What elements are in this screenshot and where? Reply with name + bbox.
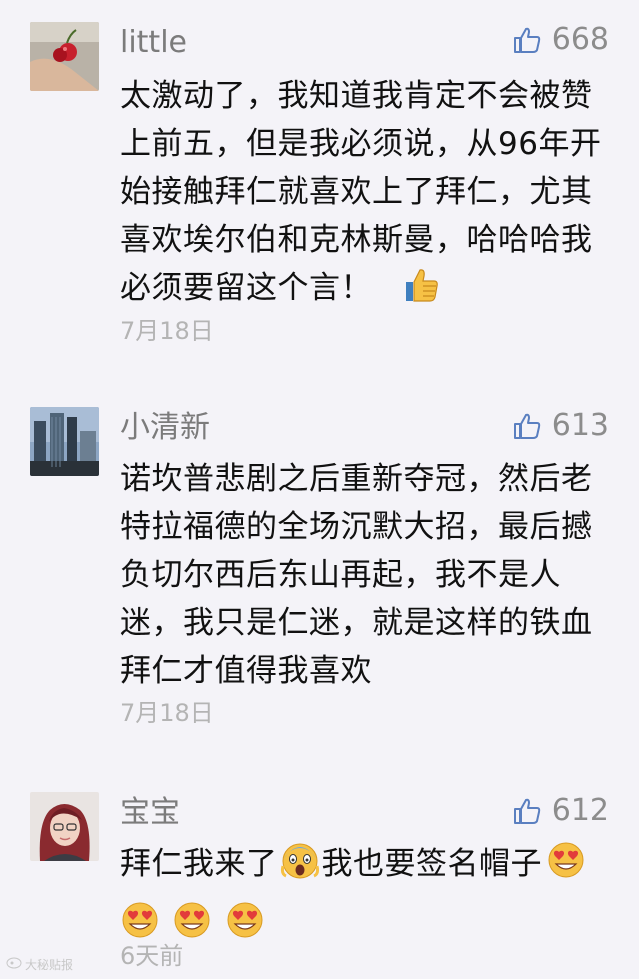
avatar[interactable] bbox=[30, 792, 99, 861]
comment-item: 宝宝 612 拜仁我来了 我也要签名帽子 6天前 bbox=[0, 775, 639, 979]
comment-text-span: 必须要留这个言！ bbox=[120, 270, 372, 306]
comment-text-line: 喜欢埃尔伯和克林斯曼，哈哈哈我 bbox=[120, 222, 593, 258]
thumbs-up-emoji-icon bbox=[402, 266, 440, 318]
like-count: 668 bbox=[551, 22, 609, 57]
comment-text-line: 特拉福德的全场沉默大招，最后撼 bbox=[120, 509, 593, 545]
like-count: 613 bbox=[551, 408, 609, 443]
comment-date: 7月18日 bbox=[120, 699, 214, 727]
comment-date: 6天前 bbox=[120, 942, 184, 970]
watermark: 大秘贴报 bbox=[6, 956, 73, 973]
comment-text-line: 拜仁才值得我喜欢 bbox=[120, 653, 372, 689]
comment-date: 7月18日 bbox=[120, 317, 214, 345]
comment-text-span: 拜仁我来了 bbox=[120, 846, 278, 882]
heart-eyes-emoji-icon bbox=[546, 840, 586, 894]
emoji-row bbox=[120, 900, 620, 954]
comment-text-line: 负切尔西后东山再起，我不是人 bbox=[120, 557, 561, 593]
comment-item: 小清新 613 诺坎普悲剧之后重新夺冠，然后老 特拉福德的全场沉默大招，最后撼 … bbox=[0, 380, 639, 780]
comment-text: 诺坎普悲剧之后重新夺冠，然后老 特拉福德的全场沉默大招，最后撼 负切尔西后东山再… bbox=[120, 455, 620, 695]
username[interactable]: 小清新 bbox=[120, 410, 210, 446]
like-count: 612 bbox=[551, 793, 609, 828]
comment-text-line: 太激动了，我知道我肯定不会被赞 bbox=[120, 78, 593, 114]
thumbs-up-icon bbox=[512, 796, 542, 826]
watermark-logo-icon bbox=[6, 957, 22, 972]
screaming-face-emoji-icon bbox=[280, 840, 320, 894]
comment-text-line: 诺坎普悲剧之后重新夺冠，然后老 bbox=[120, 461, 593, 497]
username[interactable]: little bbox=[120, 25, 187, 61]
watermark-text: 大秘贴报 bbox=[25, 958, 74, 972]
like-button[interactable]: 612 bbox=[512, 793, 609, 829]
username[interactable]: 宝宝 bbox=[120, 795, 180, 831]
like-button[interactable]: 668 bbox=[512, 22, 609, 58]
comment-text-line: 始接触拜仁就喜欢上了拜仁，尤其 bbox=[120, 174, 593, 210]
avatar[interactable] bbox=[30, 22, 99, 91]
comment-text-line: 拜仁我来了 我也要签名帽子 bbox=[120, 840, 620, 894]
comment-item: little 668 太激动了，我知道我肯定不会被赞 上前五，但是我必须说，从9… bbox=[0, 0, 639, 380]
comment-text-span: 我也要签名帽子 bbox=[321, 846, 542, 882]
comment-text-line: 必须要留这个言！ bbox=[120, 264, 620, 318]
comment-text: 拜仁我来了 我也要签名帽子 bbox=[120, 840, 620, 954]
comment-text-line: 上前五，但是我必须说，从96年开 bbox=[120, 126, 602, 162]
like-button[interactable]: 613 bbox=[512, 408, 609, 444]
comment-text: 太激动了，我知道我肯定不会被赞 上前五，但是我必须说，从96年开 始接触拜仁就喜… bbox=[120, 72, 620, 318]
avatar[interactable] bbox=[30, 407, 99, 476]
heart-eyes-emoji-icon bbox=[225, 900, 265, 954]
thumbs-up-icon bbox=[512, 411, 542, 441]
comment-text-line: 迷，我只是仁迷，就是这样的铁血 bbox=[120, 605, 593, 641]
thumbs-up-icon bbox=[512, 25, 542, 55]
